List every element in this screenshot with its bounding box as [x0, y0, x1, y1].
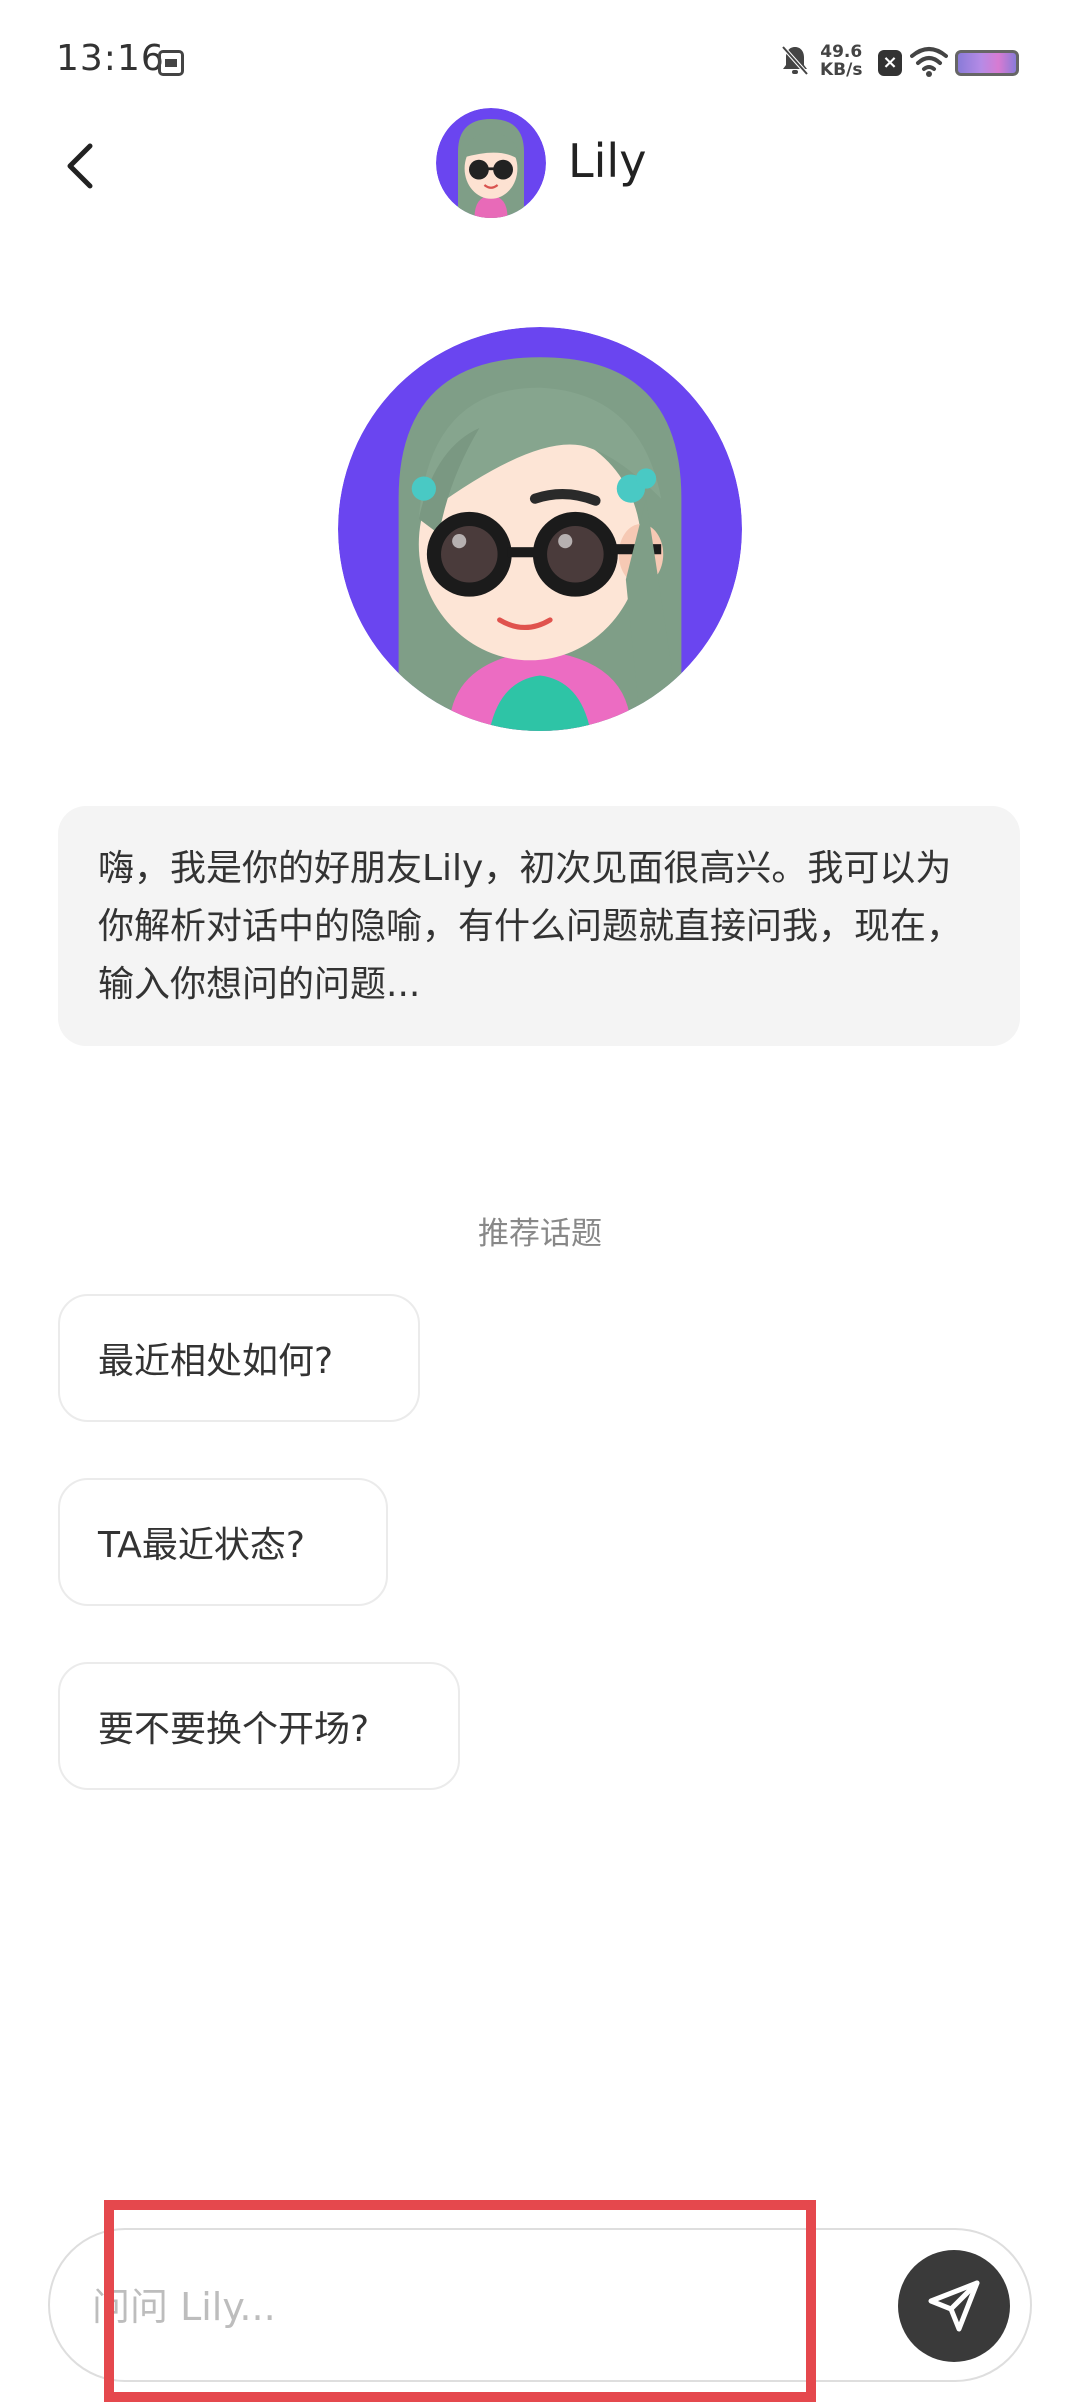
network-speed-unit: KB/s [820, 60, 863, 80]
send-button[interactable] [898, 2250, 1010, 2362]
network-speed: 49.6 KB/s [820, 43, 862, 79]
send-icon [928, 2280, 980, 2332]
wifi-icon [910, 47, 948, 77]
network-speed-value: 49.6 [820, 42, 863, 62]
greeting-message: 嗨，我是你的好朋友Lily，初次见面很高兴。我可以为你解析对话中的隐喻，有什么问… [58, 806, 1020, 1046]
topic-chip-ta-status[interactable]: TA最近状态? [58, 1478, 388, 1606]
sim-icon [158, 50, 184, 76]
mute-icon [781, 45, 809, 76]
character-avatar [338, 327, 742, 731]
recommended-topics-title: 推荐话题 [478, 1216, 602, 1252]
back-button[interactable] [56, 136, 104, 196]
topic-chip-label: 最近相处如何? [98, 1341, 334, 1382]
topic-chip-label: 要不要换个开场? [98, 1709, 370, 1750]
header-avatar[interactable] [436, 108, 546, 218]
battery-icon [955, 50, 1019, 76]
close-badge-icon: × [878, 50, 902, 76]
topic-chip-label: TA最近状态? [98, 1525, 305, 1566]
topic-chip-recent-relationship[interactable]: 最近相处如何? [58, 1294, 420, 1422]
status-time: 13:16 [56, 38, 165, 79]
chevron-left-icon [67, 143, 93, 189]
topic-chip-change-opener[interactable]: 要不要换个开场? [58, 1662, 460, 1790]
highlight-box [104, 2200, 816, 2402]
chat-partner-name: Lily [568, 134, 647, 188]
